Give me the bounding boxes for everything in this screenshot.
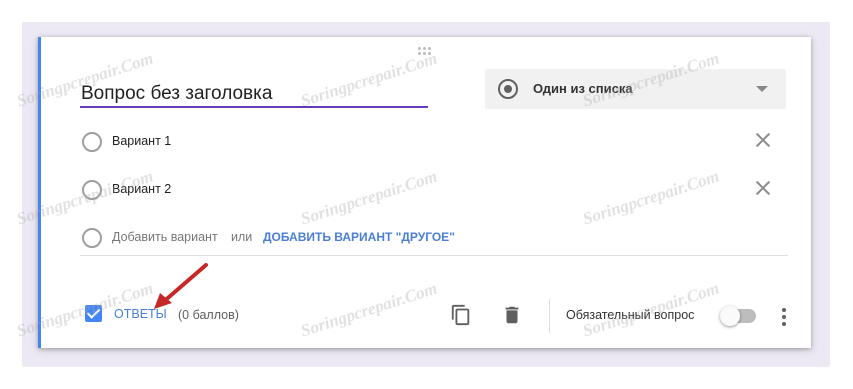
option-row: Вариант 1 — [82, 129, 782, 153]
answers-checkbox[interactable] — [85, 305, 102, 322]
remove-option-icon[interactable] — [752, 129, 774, 151]
option-label[interactable]: Вариант 1 — [112, 134, 171, 148]
drag-handle-icon[interactable] — [418, 47, 434, 55]
radio-selected-icon — [498, 79, 518, 99]
duplicate-icon[interactable] — [450, 304, 472, 326]
question-type-label: Один из списка — [533, 81, 633, 96]
radio-empty-icon — [82, 180, 102, 200]
add-option-link[interactable]: Добавить вариант — [112, 230, 218, 244]
option-label[interactable]: Вариант 2 — [112, 182, 171, 196]
or-text: или — [231, 230, 253, 244]
radio-empty-icon — [82, 228, 102, 248]
question-type-dropdown[interactable]: Один из списка — [485, 69, 786, 109]
question-card[interactable]: Вопрос без заголовка Один из списка Вари… — [38, 37, 811, 348]
add-other-option-link[interactable]: ДОБАВИТЬ ВАРИАНТ "ДРУГОЕ" — [263, 230, 455, 244]
remove-option-icon[interactable] — [752, 177, 774, 199]
question-title-input[interactable]: Вопрос без заголовка — [81, 83, 272, 105]
caret-down-icon — [756, 86, 768, 92]
title-underline — [80, 106, 428, 108]
active-card-indicator — [38, 37, 41, 348]
footer-vertical-divider — [549, 299, 550, 333]
toggle-thumb — [720, 306, 740, 326]
trash-icon[interactable] — [501, 304, 523, 326]
more-options-icon[interactable] — [778, 307, 790, 327]
required-label: Обязательный вопрос — [566, 308, 695, 322]
option-row: Вариант 2 — [82, 177, 782, 201]
add-option-row: Добавить вариант или ДОБАВИТЬ ВАРИАНТ "Д… — [82, 225, 782, 249]
radio-empty-icon — [82, 132, 102, 152]
required-toggle[interactable] — [720, 306, 758, 326]
footer-divider — [80, 255, 788, 256]
red-arrow-annotation — [154, 263, 208, 309]
